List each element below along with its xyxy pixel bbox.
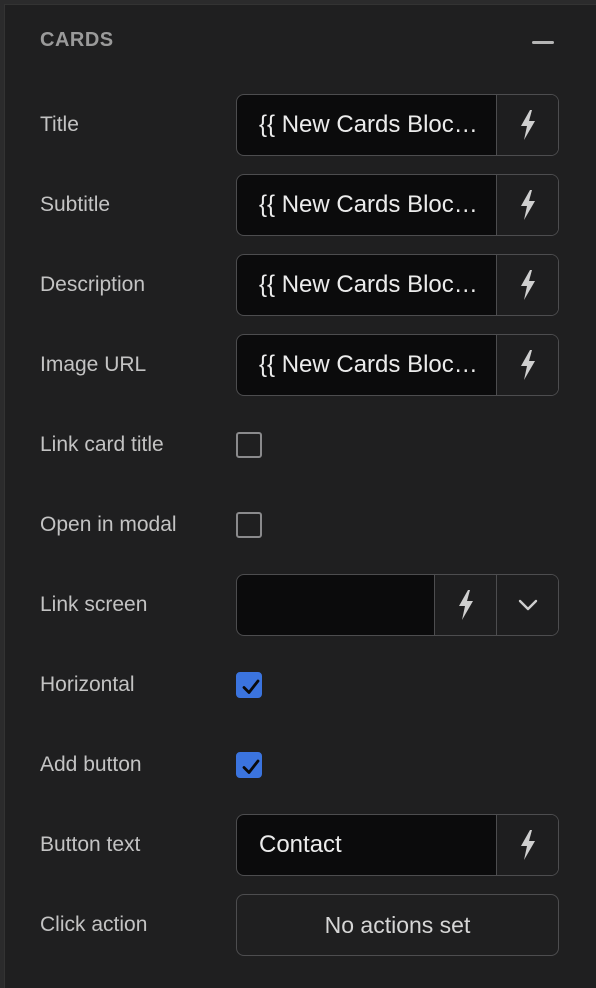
add-button-checkbox[interactable]	[236, 752, 262, 778]
subtitle-input-value: {{ New Cards Block.Subtitle }}	[259, 191, 484, 218]
field-row-button-text: Button text Contact	[5, 813, 596, 877]
link-screen-select[interactable]	[236, 574, 559, 636]
button-text-binding-button[interactable]	[496, 815, 558, 875]
title-binding-button[interactable]	[496, 95, 558, 155]
click-action-button[interactable]: No actions set	[236, 894, 559, 956]
image-url-binding-button[interactable]	[496, 335, 558, 395]
field-row-link-screen: Link screen	[5, 573, 596, 637]
link-screen-dropdown-button[interactable]	[496, 575, 558, 635]
subtitle-binding-button[interactable]	[496, 175, 558, 235]
subtitle-input[interactable]: {{ New Cards Block.Subtitle }}	[236, 174, 559, 236]
button-text-input-value: Contact	[259, 831, 342, 858]
add-button-label: Add button	[40, 753, 142, 776]
title-input[interactable]: {{ New Cards Block.Title }}	[236, 94, 559, 156]
subtitle-label: Subtitle	[40, 193, 111, 216]
lightning-icon	[520, 270, 535, 300]
click-action-label: Click action	[40, 913, 148, 936]
button-text-label: Button text	[40, 833, 141, 856]
field-row-description: Description {{ New Cards Block.Descripti…	[5, 253, 596, 317]
field-row-link-card-title: Link card title	[5, 413, 596, 477]
description-input-value: {{ New Cards Block.Description }}	[259, 271, 484, 298]
lightning-icon	[520, 190, 535, 220]
link-screen-binding-button[interactable]	[434, 575, 496, 635]
cards-settings-panel: CARDS Title {{ New Cards Block.Title }} …	[4, 4, 596, 988]
minus-icon[interactable]	[532, 41, 554, 44]
chevron-down-icon	[518, 599, 537, 611]
link-card-title-checkbox[interactable]	[236, 432, 262, 458]
field-row-image-url: Image URL {{ New Cards Block.Image URL }…	[5, 333, 596, 397]
title-input-value: {{ New Cards Block.Title }}	[259, 111, 484, 138]
link-screen-label: Link screen	[40, 593, 148, 616]
field-row-open-in-modal: Open in modal	[5, 493, 596, 557]
open-in-modal-checkbox[interactable]	[236, 512, 262, 538]
field-row-subtitle: Subtitle {{ New Cards Block.Subtitle }}	[5, 173, 596, 237]
lightning-icon	[520, 830, 535, 860]
description-label: Description	[40, 273, 146, 296]
field-row-add-button: Add button	[5, 733, 596, 797]
lightning-icon	[458, 590, 473, 620]
checkmark-icon	[242, 759, 260, 774]
lightning-icon	[520, 350, 535, 380]
link-card-title-label: Link card title	[40, 433, 164, 456]
button-text-input[interactable]: Contact	[236, 814, 559, 876]
image-url-input-value: {{ New Cards Block.Image URL }}	[259, 351, 484, 378]
image-url-label: Image URL	[40, 353, 147, 376]
description-binding-button[interactable]	[496, 255, 558, 315]
open-in-modal-label: Open in modal	[40, 513, 177, 536]
section-title: CARDS	[40, 29, 114, 51]
horizontal-label: Horizontal	[40, 673, 135, 696]
field-row-horizontal: Horizontal	[5, 653, 596, 717]
field-row-click-action: Click action No actions set	[5, 893, 596, 957]
field-row-title: Title {{ New Cards Block.Title }}	[5, 93, 596, 157]
checkmark-icon	[242, 679, 260, 694]
horizontal-checkbox[interactable]	[236, 672, 262, 698]
section-header: CARDS	[5, 5, 596, 81]
image-url-input[interactable]: {{ New Cards Block.Image URL }}	[236, 334, 559, 396]
title-label: Title	[40, 113, 79, 136]
lightning-icon	[520, 110, 535, 140]
description-input[interactable]: {{ New Cards Block.Description }}	[236, 254, 559, 316]
